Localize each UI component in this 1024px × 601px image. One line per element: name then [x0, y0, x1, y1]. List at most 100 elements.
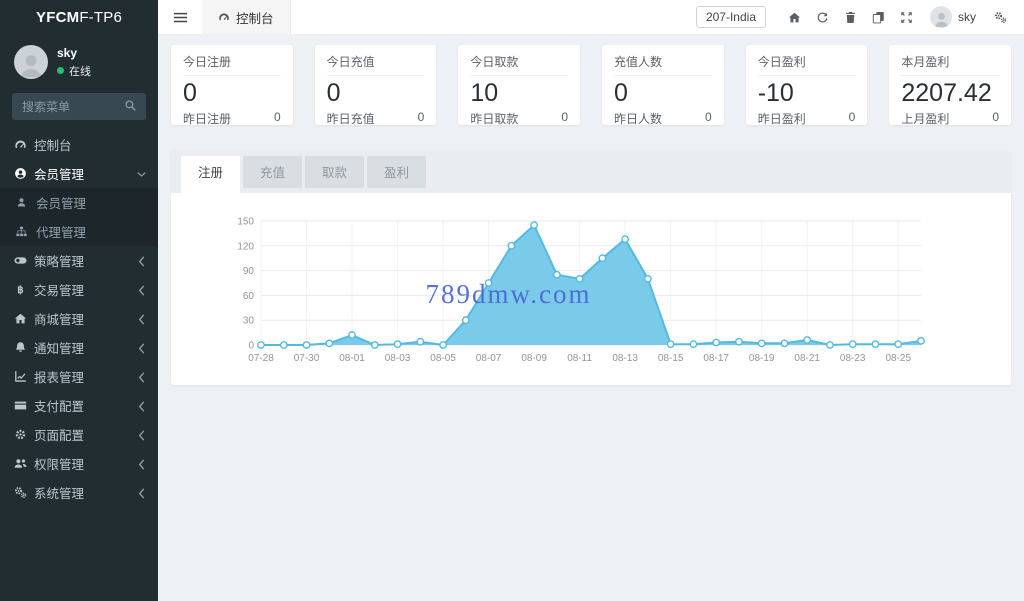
- sidebar-item-permission[interactable]: 权限管理: [0, 449, 158, 478]
- svg-text:08-17: 08-17: [703, 353, 729, 364]
- stats-row: 今日注册 0 昨日注册0 今日充值 0 昨日充值0 今日取款 10 昨日取款0 …: [171, 45, 1011, 125]
- navbar-username[interactable]: sky: [958, 10, 976, 24]
- online-status: 在线: [69, 63, 91, 79]
- trash-icon[interactable]: [836, 0, 864, 35]
- sidebar-subitem-member-manage[interactable]: 会员管理: [0, 188, 158, 217]
- chevron-left-icon: [137, 343, 146, 352]
- brand-light: F-TP6: [79, 9, 122, 26]
- svg-text:08-15: 08-15: [658, 353, 684, 364]
- stat-card-deposit-users: 充值人数 0 昨日人数0: [602, 45, 724, 125]
- sidebar-item-mall[interactable]: 商城管理: [0, 304, 158, 333]
- stat-sub-value: 0: [849, 110, 856, 127]
- svg-text:08-07: 08-07: [476, 353, 502, 364]
- tab-withdraw[interactable]: 取款: [305, 156, 364, 188]
- toggle-icon: [14, 254, 34, 267]
- register-area-chart: 789dmw.com030609012015007-2807-3008-0108…: [227, 211, 955, 373]
- search-icon[interactable]: [124, 99, 140, 115]
- stat-sub-label: 昨日人数: [614, 110, 662, 127]
- navbar-avatar[interactable]: [930, 6, 952, 28]
- sidebar-item-label: 报表管理: [34, 367, 84, 386]
- sidebar-submenu-members: 会员管理 代理管理: [0, 188, 158, 246]
- tab-profit[interactable]: 盈利: [367, 156, 426, 188]
- stat-value: -10: [758, 78, 856, 109]
- stat-sub-value: 0: [418, 110, 425, 127]
- stat-title: 充值人数: [614, 53, 712, 76]
- sidebar-toggle-icon[interactable]: [158, 0, 202, 34]
- svg-text:60: 60: [243, 291, 255, 302]
- main-content: 今日注册 0 昨日注册0 今日充值 0 昨日充值0 今日取款 10 昨日取款0 …: [158, 35, 1024, 601]
- sidebar-item-page-config[interactable]: 页面配置: [0, 420, 158, 449]
- bitcoin-icon: ฿: [14, 283, 34, 296]
- stat-sub-value: 0: [561, 110, 568, 127]
- stat-card-month-profit: 本月盈利 2207.42 上月盈利0: [889, 45, 1011, 125]
- chevron-down-icon: [137, 169, 146, 178]
- sidebar-item-label: 系统管理: [34, 483, 84, 502]
- svg-text:08-21: 08-21: [794, 353, 820, 364]
- fullscreen-icon[interactable]: [892, 0, 920, 35]
- chevron-left-icon: [137, 314, 146, 323]
- svg-text:08-19: 08-19: [749, 353, 775, 364]
- user-panel: sky 在线: [0, 35, 158, 87]
- svg-text:30: 30: [243, 316, 255, 327]
- sidebar-item-report[interactable]: 报表管理: [0, 362, 158, 391]
- svg-text:120: 120: [237, 241, 254, 252]
- svg-text:08-11: 08-11: [567, 353, 592, 364]
- sidebar-item-label: 会员管理: [34, 164, 84, 183]
- brand-bold: YFCM: [36, 9, 79, 26]
- refresh-icon[interactable]: [808, 0, 836, 35]
- chart-card: 注册 充值 取款 盈利 789dmw.com030609012015007-28…: [171, 150, 1011, 385]
- stat-card-today-withdraw: 今日取款 10 昨日取款0: [458, 45, 580, 125]
- stat-sub-label: 昨日取款: [470, 110, 518, 127]
- stat-sub-value: 0: [992, 110, 999, 127]
- stat-card-today-deposit: 今日充值 0 昨日充值0: [315, 45, 437, 125]
- sidebar-item-strategy[interactable]: 策略管理: [0, 246, 158, 275]
- chart-line-icon: [14, 370, 34, 383]
- sidebar-item-trade[interactable]: ฿ 交易管理: [0, 275, 158, 304]
- chevron-left-icon: [137, 256, 146, 265]
- sidebar-item-members[interactable]: 会员管理: [0, 159, 158, 188]
- copy-icon[interactable]: [864, 0, 892, 35]
- sidebar-subitem-agent-manage[interactable]: 代理管理: [0, 217, 158, 246]
- stat-title: 今日盈利: [758, 53, 856, 76]
- sidebar-item-notice[interactable]: 通知管理: [0, 333, 158, 362]
- home-icon[interactable]: [780, 0, 808, 35]
- svg-text:08-13: 08-13: [612, 353, 638, 364]
- stat-value: 0: [183, 78, 281, 109]
- online-dot-icon: [57, 67, 64, 74]
- stat-value: 0: [614, 78, 712, 109]
- tachometer-icon: [218, 11, 230, 23]
- sidebar-item-system[interactable]: 系统管理: [0, 478, 158, 507]
- credit-card-icon: [14, 399, 34, 412]
- stat-card-today-register: 今日注册 0 昨日注册0: [171, 45, 293, 125]
- bell-icon: [14, 341, 34, 354]
- svg-text:0: 0: [248, 341, 254, 352]
- region-button[interactable]: 207-India: [696, 6, 766, 28]
- sidebar-item-label: 交易管理: [34, 280, 84, 299]
- sidebar-item-payment[interactable]: 支付配置: [0, 391, 158, 420]
- stat-sub-label: 上月盈利: [901, 110, 949, 127]
- tab-deposit[interactable]: 充值: [243, 156, 302, 188]
- stat-card-today-profit: 今日盈利 -10 昨日盈利 0: [746, 45, 868, 125]
- navbar-right: 207-India sky: [696, 0, 1024, 34]
- sidebar-item-label: 商城管理: [34, 309, 84, 328]
- cogs-icon[interactable]: [986, 0, 1014, 35]
- svg-text:90: 90: [243, 266, 255, 277]
- stat-sub-label: 昨日盈利: [758, 110, 806, 127]
- brand-logo[interactable]: YFCMF-TP6: [0, 0, 158, 35]
- tachometer-icon: [14, 138, 34, 151]
- user-circle-icon: [14, 167, 34, 180]
- sidebar: YFCMF-TP6 sky 在线 控制台 会员管理 会员管理: [0, 0, 158, 601]
- stat-value: 0: [327, 78, 425, 109]
- tab-dashboard[interactable]: 控制台: [202, 0, 291, 34]
- sidebar-item-label: 支付配置: [34, 396, 84, 415]
- chevron-left-icon: [137, 285, 146, 294]
- svg-text:08-03: 08-03: [385, 353, 411, 364]
- stat-value: 2207.42: [901, 78, 999, 109]
- sidebar-item-dashboard[interactable]: 控制台: [0, 130, 158, 159]
- tab-register[interactable]: 注册: [181, 156, 240, 193]
- stat-sub-label: 昨日充值: [327, 110, 375, 127]
- svg-text:฿: ฿: [17, 285, 23, 296]
- sidebar-item-label: 控制台: [34, 135, 72, 154]
- username: sky: [57, 46, 91, 60]
- stat-title: 今日充值: [327, 53, 425, 76]
